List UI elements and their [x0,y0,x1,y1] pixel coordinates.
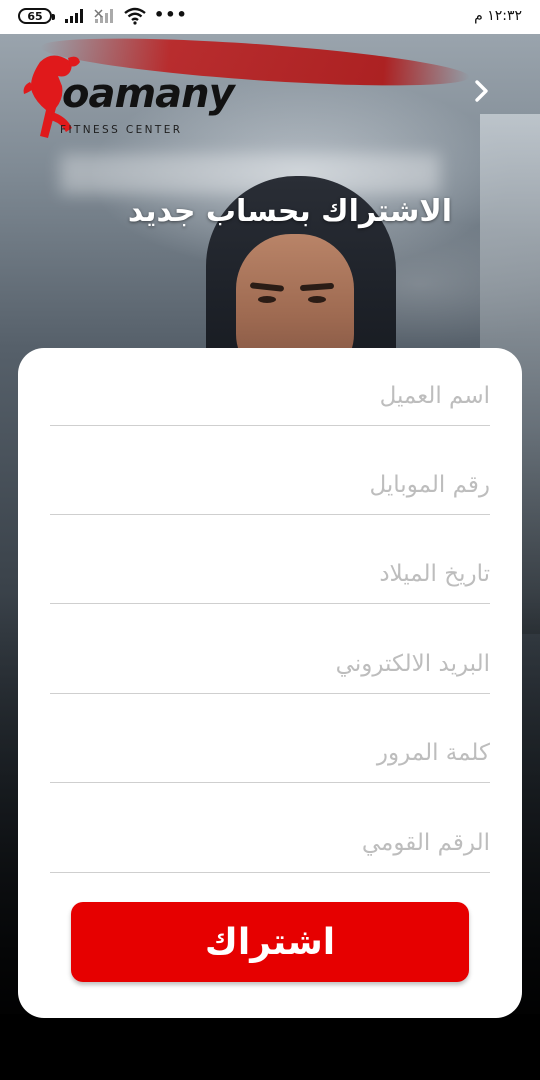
chevron-right-icon [475,80,488,102]
mobile-number-field [50,455,490,515]
birth-date-field [50,544,490,604]
birth-date-input[interactable] [50,544,490,603]
customer-name-field [50,366,490,426]
password-input[interactable] [50,723,490,782]
signup-screen: 65 ••• ١٢:٣٢ م oamany FITNESS CENTER الا… [0,0,540,1080]
person-eye [258,296,276,303]
password-field [50,723,490,783]
customer-name-input[interactable] [50,366,490,425]
more-notifications-icon: ••• [154,4,188,24]
brand-logo: oamany FITNESS CENTER [18,50,235,145]
signal-icon [65,9,83,23]
bottom-bar [0,1014,540,1080]
status-time: ١٢:٣٢ م [474,8,522,24]
logo-tagline: FITNESS CENTER [60,124,183,136]
back-button[interactable] [468,76,496,106]
status-bar: 65 ••• ١٢:٣٢ م [0,0,540,34]
status-icons: 65 ••• [18,4,188,25]
signal-no-service-icon [94,9,113,23]
subscribe-button[interactable]: اشتراك [71,902,469,982]
logo-wordmark: oamany [62,71,235,117]
page-title: الاشتراك بحساب جديد [127,194,452,229]
wifi-icon [124,7,146,25]
email-input[interactable] [50,634,490,693]
signup-form-card: اشتراك [18,348,522,1018]
battery-icon: 65 [18,8,55,24]
national-id-input[interactable] [50,813,490,872]
national-id-field [50,813,490,873]
battery-level: 65 [27,9,43,23]
mobile-number-input[interactable] [50,455,490,514]
email-field [50,634,490,694]
person-eye [308,296,326,303]
